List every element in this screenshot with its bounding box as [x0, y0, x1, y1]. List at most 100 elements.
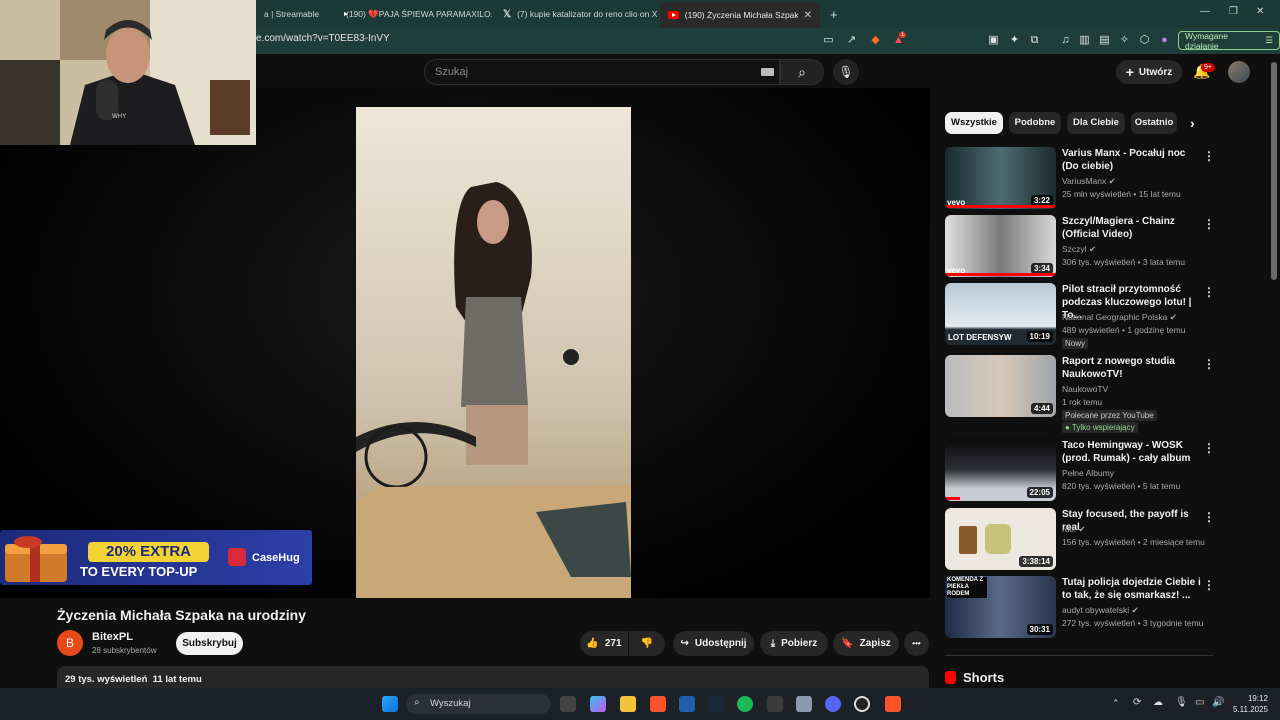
chip-all[interactable]: Wszystkie — [945, 112, 1003, 134]
dislike-button[interactable]: 👎 — [629, 631, 665, 656]
tab-x[interactable]: 𝕏 (7) kupie katalizator do reno clio on … — [495, 3, 657, 25]
video-thumbnail[interactable]: 3:38:14 — [945, 508, 1056, 570]
calculator-icon[interactable] — [796, 696, 812, 712]
url-field[interactable]: e.com/watch?v=T0EE83-InVY — [256, 33, 390, 44]
search-button[interactable]: ⌕ — [780, 59, 824, 85]
more-actions-button[interactable]: ••• — [904, 631, 929, 656]
channel-name[interactable]: BitexPL — [92, 631, 133, 643]
like-button[interactable]: 👍 271 — [580, 631, 628, 656]
screenshot-icon[interactable]: ⧉ — [1028, 34, 1041, 47]
tab-active-video[interactable]: (190) Życzenia Michała Szpaka n ✕ — [660, 2, 820, 28]
video-meta: 156 tys. wyświetleń • 2 miesiące temu — [1062, 537, 1205, 547]
bread-icon — [985, 524, 1011, 554]
app-icon[interactable] — [767, 696, 783, 712]
list-item[interactable]: 3:38:14 Stay focused, the payoff is real… — [945, 508, 1215, 572]
close-window-icon[interactable]: ✕ — [1256, 6, 1264, 17]
profile-icon[interactable]: ● — [1158, 34, 1171, 47]
list-item[interactable]: KOMENDA Z PIEKŁA RODEM 30:31 Tutaj polic… — [945, 576, 1215, 640]
chip-recent[interactable]: Ostatnio — [1131, 112, 1177, 134]
ad-brand: CaseHug — [252, 552, 300, 564]
menu-icon: ☰ — [1265, 35, 1273, 45]
sidebar-icon[interactable]: ▥ — [1078, 34, 1091, 47]
close-icon[interactable]: ✕ — [804, 10, 812, 21]
system-clock[interactable]: 19:12 5.11.2025 — [1233, 693, 1268, 715]
tab-paja[interactable]: (190) 💔PAJA ŚPIEWA PARAMAXILO... — [332, 3, 492, 25]
tab-streamable[interactable]: a | Streamable — [256, 3, 332, 25]
cloud-icon[interactable]: ☁ — [1153, 697, 1163, 708]
brave-shield-icon[interactable]: ◆ — [869, 34, 882, 47]
video-thumbnail[interactable]: LOT DEFENSYW 10:19 — [945, 283, 1056, 345]
description-box[interactable]: 29 tys. wyświetleń 11 lat temu — [57, 666, 929, 688]
list-item[interactable]: LOT DEFENSYW 10:19 Pilot stracił przytom… — [945, 283, 1215, 349]
video-thumbnail[interactable]: 4:44 — [945, 355, 1056, 417]
sync-icon[interactable]: ⟳ — [1133, 697, 1141, 708]
list-item[interactable]: 4:44 Raport z nowego studia NaukowoTV! N… — [945, 355, 1215, 433]
video-thumbnail[interactable]: KOMENDA Z PIEKŁA RODEM 30:31 — [945, 576, 1056, 638]
page-scrollbar[interactable] — [1271, 62, 1277, 280]
list-item[interactable]: vevo 3:34 Szczyl/Magiera - Chainz (Offic… — [945, 215, 1215, 279]
obs-icon[interactable] — [854, 696, 870, 712]
chevron-up-icon[interactable]: ⌃ — [1112, 698, 1120, 709]
windows-start-icon[interactable] — [382, 696, 398, 712]
account-avatar[interactable] — [1228, 61, 1250, 83]
more-vert-icon[interactable]: ⋮ — [1203, 578, 1215, 592]
clock-time: 19:12 — [1247, 694, 1268, 703]
leo-icon[interactable]: ✧ — [1118, 34, 1131, 47]
brave-icon[interactable] — [650, 696, 666, 712]
discord-icon[interactable] — [825, 696, 841, 712]
shorts-header: Shorts — [945, 670, 1004, 685]
video-thumbnail[interactable]: vevo 3:22 — [945, 147, 1056, 209]
channel-name: Szczyl ✔ — [1062, 244, 1097, 254]
more-vert-icon[interactable]: ⋮ — [1203, 357, 1215, 371]
list-item[interactable]: 22:05 Taco Hemingway - WOSK (prod. Rumak… — [945, 439, 1215, 503]
more-vert-icon[interactable]: ⋮ — [1203, 510, 1215, 524]
more-vert-icon[interactable]: ⋮ — [1203, 441, 1215, 455]
thumb-label: LOT DEFENSYW — [948, 333, 1012, 342]
mic-tray-icon[interactable]: 🎙 — [1175, 697, 1188, 708]
subscribe-button[interactable]: Subskrybuj — [176, 632, 243, 655]
wallet-icon[interactable]: ▤ — [1098, 34, 1111, 47]
spotify-icon[interactable] — [737, 696, 753, 712]
download-button[interactable]: ⤓ Pobierz — [760, 631, 828, 656]
share-icon[interactable]: ↗ — [845, 34, 858, 47]
store-icon[interactable] — [679, 696, 695, 712]
video-thumbnail[interactable]: 22:05 — [945, 439, 1056, 501]
more-vert-icon[interactable]: ⋮ — [1203, 149, 1215, 163]
brave-window-icon[interactable] — [885, 696, 901, 712]
chip-for-you[interactable]: Dla Ciebie — [1067, 112, 1125, 134]
monitor-icon[interactable]: ▭ — [1195, 697, 1204, 708]
video-player[interactable] — [356, 107, 631, 598]
vpn-icon[interactable]: ⬡ — [1138, 34, 1151, 47]
share-button[interactable]: ↪ Udostępnij — [673, 631, 754, 656]
create-button[interactable]: + Utwórz — [1116, 60, 1182, 84]
video-thumbnail[interactable]: vevo 3:34 — [945, 215, 1056, 277]
extension-icon[interactable]: ▣ — [987, 34, 1000, 47]
file-explorer-icon[interactable] — [620, 696, 636, 712]
save-button[interactable]: 🔖 Zapisz — [833, 631, 899, 656]
steam-icon[interactable] — [708, 696, 724, 712]
copilot-icon[interactable] — [590, 696, 606, 712]
new-tab-button[interactable]: + — [822, 3, 844, 25]
taskbar-search-input[interactable]: Wyszukaj — [406, 694, 551, 714]
video-meta: 1 rok temu — [1062, 397, 1103, 407]
channel-avatar[interactable]: B — [57, 630, 83, 656]
watch-progress-bar — [945, 205, 1056, 208]
puzzle-icon[interactable]: ✦ — [1008, 34, 1021, 47]
chevron-right-icon[interactable]: › — [1190, 115, 1195, 131]
voice-search-button[interactable]: 🎙 — [833, 59, 859, 85]
search-input[interactable]: Szukaj — [424, 59, 780, 85]
keyboard-icon[interactable] — [761, 68, 774, 76]
task-view-icon[interactable] — [560, 696, 576, 712]
chip-related[interactable]: Podobne — [1009, 112, 1061, 134]
more-vert-icon[interactable]: ⋮ — [1203, 285, 1215, 299]
music-icon[interactable]: ♫ — [1059, 34, 1072, 47]
video-meta: 306 tys. wyświetleń • 3 lata temu — [1062, 257, 1185, 267]
minimize-icon[interactable]: — — [1200, 6, 1210, 17]
more-vert-icon[interactable]: ⋮ — [1203, 217, 1215, 231]
restore-icon[interactable]: ❐ — [1229, 6, 1238, 17]
volume-icon[interactable]: 🔊 — [1212, 697, 1224, 708]
cast-icon[interactable]: ▭ — [822, 34, 835, 47]
video-title: Taco Hemingway - WOSK (prod. Rumak) - ca… — [1062, 440, 1191, 464]
list-item[interactable]: vevo 3:22 Varius Manx - Pocałuj noc (Do … — [945, 147, 1215, 211]
required-action-button[interactable]: Wymagane działanie ☰ — [1178, 31, 1280, 51]
